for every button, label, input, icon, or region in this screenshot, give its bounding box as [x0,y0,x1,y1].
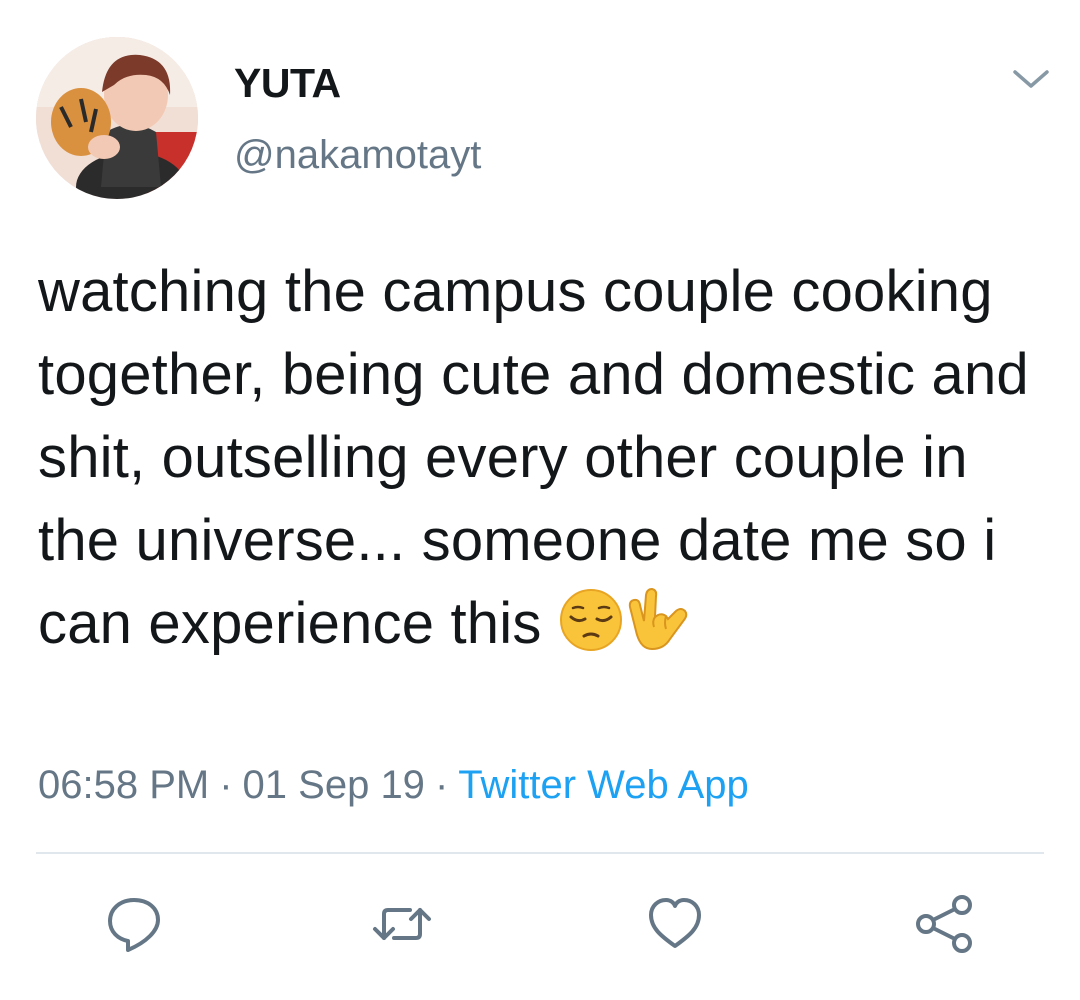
pensive-face-emoji [558,587,624,653]
display-name[interactable]: YUTA [234,60,341,107]
user-handle[interactable]: @nakamotayt [234,133,481,178]
divider [36,852,1044,854]
tweet-date[interactable]: 01 Sep 19 [243,763,425,807]
tweet-card: YUTA @nakamotayt watching the campus cou… [0,0,1080,1000]
tweet-body: watching the campus couple cooking toget… [38,259,1029,656]
like-icon[interactable] [643,892,707,956]
reply-icon[interactable] [102,892,166,956]
tweet-text: watching the campus couple cooking toget… [38,250,1048,665]
share-icon[interactable] [912,892,976,956]
tweet-time[interactable]: 06:58 PM [38,763,209,807]
avatar[interactable] [36,37,198,199]
chevron-down-icon[interactable] [1009,62,1053,98]
meta-separator: · [434,763,449,807]
tweet-meta: 06:58 PM · 01 Sep 19 · Twitter Web App [38,763,749,808]
retweet-icon[interactable] [370,892,434,956]
love-you-gesture-emoji [624,587,690,653]
profile-photo-icon [36,37,198,199]
meta-separator: · [219,763,233,807]
tweet-source-link[interactable]: Twitter Web App [458,763,749,807]
